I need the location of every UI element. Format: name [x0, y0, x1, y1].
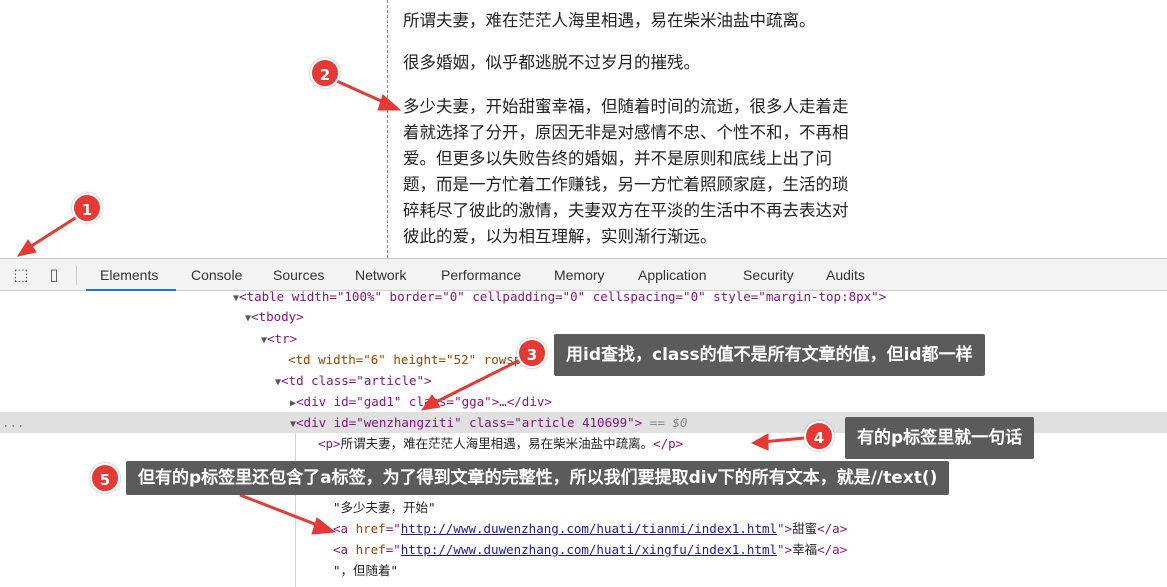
annotation-badge-3: 3 — [517, 338, 547, 368]
divider — [76, 266, 77, 285]
annotation-note-3: 用id查找，class的值不是所有文章的值，但id都一样 — [554, 334, 985, 376]
element-guide-line — [387, 0, 388, 258]
annotation-badge-4: 4 — [804, 421, 834, 451]
inspect-element-icon[interactable]: ⬚ — [11, 265, 31, 285]
paragraph-line: 所谓夫妻，难在茫茫人海里相遇，易在柴米油盐中疏离。 — [403, 11, 816, 30]
link-tianmi[interactable]: http://www.duwenzhang.com/huati/tianmi/i… — [401, 521, 777, 536]
dom-node-div-gad1[interactable]: ▶<div id="gad1" class="gga">…</div> — [0, 391, 1167, 412]
dom-text-node[interactable]: "多少夫妻，开始" — [0, 497, 1167, 518]
device-toolbar-icon[interactable]: ▯ — [44, 265, 64, 285]
article-paragraph: 很多婚姻，似乎都逃脱不过岁月的摧残。 — [403, 50, 883, 76]
indent-guide — [295, 433, 296, 587]
dom-node-a-tianmi[interactable]: <a href="http://www.duwenzhang.com/huati… — [0, 518, 1167, 539]
annotation-note-5: 但有的p标签里还包含了a标签，为了得到文章的完整性，所以我们要提取div下的所有… — [126, 461, 950, 495]
paragraph-line: 彼此的爱，以为相互理解，实则渐行渐远。 — [403, 227, 717, 246]
web-page: 所谓夫妻，难在茫茫人海里相遇，易在柴米油盐中疏离。 很多婚姻，似乎都逃脱不过岁月的… — [0, 0, 1167, 258]
paragraph-line: 爱。但更多以失败告终的婚姻，并不是原则和底线上出了问 — [403, 149, 832, 168]
dom-node-tbody[interactable]: ▼<tbody> — [0, 306, 1167, 327]
article-paragraph: 所谓夫妻，难在茫茫人海里相遇，易在柴米油盐中疏离。 — [403, 8, 883, 34]
dom-node-a-xingfu[interactable]: <a href="http://www.duwenzhang.com/huati… — [0, 539, 1167, 560]
paragraph-line: 多少夫妻，开始甜蜜幸福，但随着时间的流逝，很多人走着走 — [403, 97, 849, 116]
annotation-note-4: 有的p标签里就一句话 — [845, 417, 1035, 459]
annotation-badge-5: 5 — [90, 463, 120, 493]
dom-text-node[interactable]: "，但随着" — [0, 560, 1167, 581]
annotation-badge-2: 2 — [310, 58, 340, 88]
paragraph-line: 着就选择了分开，原因无非是对感情不忠、个性不和，不再相 — [403, 123, 849, 142]
dom-node-table[interactable]: ▼<table width="100%" border="0" cellpadd… — [0, 286, 1167, 307]
paragraph-line: 很多婚姻，似乎都逃脱不过岁月的摧残。 — [403, 53, 700, 72]
annotation-badge-1: 1 — [72, 193, 102, 223]
article-paragraph: 多少夫妻，开始甜蜜幸福，但随着时间的流逝，很多人走着走 着就选择了分开，原因无非是… — [403, 94, 883, 250]
link-xingfu[interactable]: http://www.duwenzhang.com/huati/xingfu/i… — [401, 542, 777, 557]
paragraph-line: 碎耗尽了彼此的激情，夫妻双方在平淡的生活中不再去表达对 — [403, 201, 849, 220]
paragraph-line: 题，而是一方忙着工作赚钱，另一方忙着照顾家庭，生活的琐 — [403, 175, 849, 194]
